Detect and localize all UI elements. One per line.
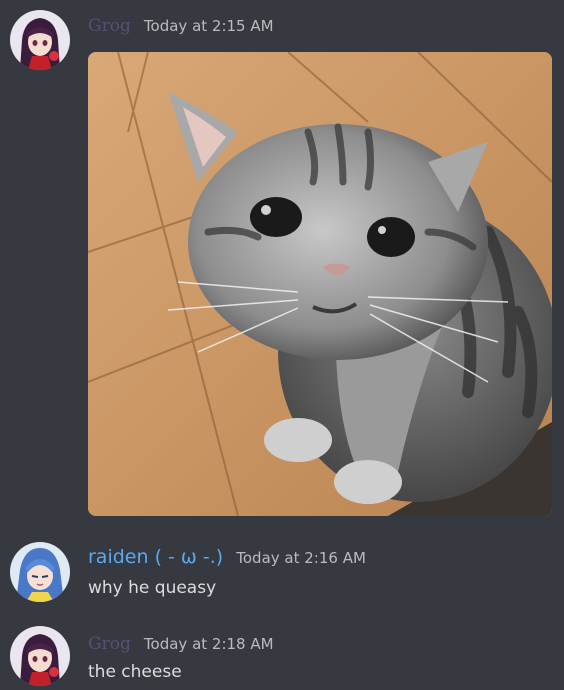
message-3-header: Grog Today at 2:18 AM — [88, 634, 274, 654]
message-1-header: Grog Today at 2:15 AM — [88, 16, 274, 36]
message-2: raiden ( - ω -.) Today at 2:16 AM why he… — [0, 530, 564, 620]
username[interactable]: Grog — [88, 634, 131, 654]
avatar-anime-girl-red[interactable] — [10, 626, 70, 686]
message-text: why he queasy — [88, 578, 217, 598]
message-2-header: raiden ( - ω -.) Today at 2:16 AM — [88, 546, 366, 568]
timestamp[interactable]: Today at 2:15 AM — [144, 17, 274, 35]
message-3: Grog Today at 2:18 AM the cheese — [0, 620, 564, 690]
avatar-anime-girl-red[interactable] — [10, 10, 70, 70]
timestamp[interactable]: Today at 2:16 AM — [236, 549, 366, 567]
username[interactable]: Grog — [88, 16, 131, 36]
message-text: the cheese — [88, 662, 182, 682]
image-attachment[interactable] — [88, 52, 552, 516]
message-1: Grog Today at 2:15 AM — [0, 0, 564, 520]
sad-cat-photo — [88, 52, 552, 516]
avatar-anime-girl-blue-hair[interactable] — [10, 542, 70, 602]
timestamp[interactable]: Today at 2:18 AM — [144, 635, 274, 653]
username[interactable]: raiden ( - ω -.) — [88, 546, 223, 568]
